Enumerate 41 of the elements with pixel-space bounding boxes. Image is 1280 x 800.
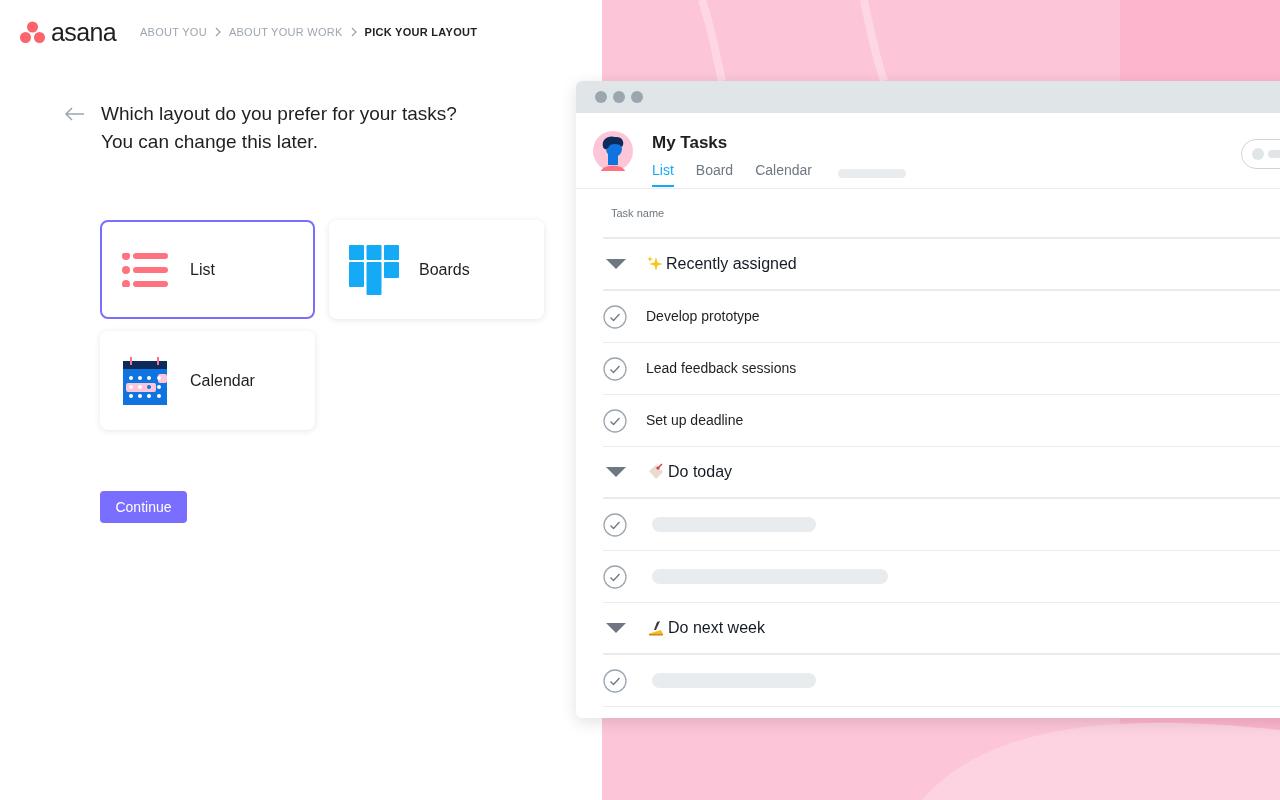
task-name: Set up deadline	[646, 411, 744, 430]
logo-icon	[20, 20, 45, 44]
question-text: Which layout do you prefer for your tasks?	[101, 102, 457, 126]
continue-button[interactable]: Continue	[100, 491, 187, 523]
view-tab[interactable]: Board	[695, 160, 734, 187]
layout-option-card[interactable]: List	[100, 220, 315, 319]
check-circle-icon[interactable]	[603, 668, 627, 693]
back-arrow-icon[interactable]	[64, 107, 85, 121]
calendar-icon	[123, 356, 167, 405]
logo-wordmark: asana	[51, 19, 116, 45]
collapse-triangle-icon[interactable]	[606, 259, 626, 269]
task-name: Lead feedback sessions	[646, 359, 797, 378]
check-circle-icon[interactable]	[603, 304, 627, 329]
tag-icon	[647, 463, 665, 481]
layout-option-card[interactable]: Boards	[329, 220, 544, 319]
task-name: Develop prototype	[646, 307, 760, 326]
column-header: Task name	[611, 205, 665, 221]
chevron-right-icon	[350, 27, 357, 37]
check-circle-icon[interactable]	[603, 512, 627, 537]
breadcrumb-step: ABOUT YOU	[140, 23, 207, 41]
check-circle-icon[interactable]	[603, 408, 627, 433]
list-icon	[122, 252, 168, 287]
board-columns-icon	[349, 244, 399, 295]
check-circle-icon[interactable]	[603, 356, 627, 381]
layout-option-card[interactable]: Calendar	[100, 331, 315, 430]
check-circle-icon[interactable]	[603, 564, 627, 589]
section-title: Recently assigned	[666, 254, 797, 274]
collapse-triangle-icon[interactable]	[606, 623, 626, 633]
section-title: Do next week	[668, 618, 765, 638]
section-title: Do today	[668, 462, 733, 482]
avatar-drawing	[593, 131, 633, 171]
breadcrumb-step: PICK YOUR LAYOUT	[364, 23, 478, 41]
view-tab[interactable]: List	[652, 160, 674, 187]
writing-hand-icon	[647, 620, 665, 636]
question-text: You can change this later.	[101, 130, 319, 154]
collapse-triangle-icon[interactable]	[606, 467, 626, 477]
sparkles-icon	[647, 256, 663, 272]
chevron-right-icon	[214, 27, 221, 37]
view-tab[interactable]: Calendar	[755, 160, 812, 187]
project-title: My Tasks	[652, 132, 729, 154]
breadcrumb-step: ABOUT YOUR WORK	[228, 23, 343, 41]
